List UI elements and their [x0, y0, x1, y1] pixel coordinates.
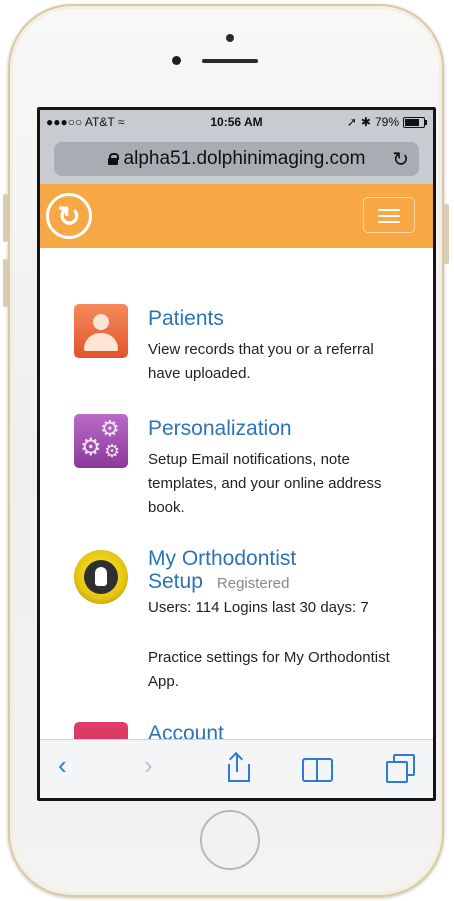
power-button — [444, 204, 449, 264]
hamburger-menu-button[interactable] — [363, 197, 415, 233]
personalization-description: Setup Email notifications, note template… — [148, 451, 382, 516]
person-icon[interactable] — [74, 304, 128, 358]
personalization-link[interactable]: Personalization — [148, 417, 292, 441]
orthodontist-link-line2[interactable]: Setup Registered — [148, 570, 289, 594]
url-text: alpha51.dolphinimaging.com — [123, 148, 366, 169]
bookmarks-icon[interactable] — [302, 758, 333, 782]
front-camera — [226, 34, 234, 42]
dolphin-logo-icon[interactable]: ↻ — [46, 193, 92, 239]
back-icon[interactable]: ‹ — [58, 752, 67, 778]
lock-icon — [107, 153, 119, 165]
volume-up-button — [3, 194, 8, 242]
tooth-icon[interactable] — [74, 550, 128, 604]
earpiece-speaker — [202, 59, 258, 63]
address-bar[interactable]: alpha51.dolphinimaging.com ↻ — [54, 142, 419, 176]
orthodontist-stats: Users: 114 Logins last 30 days: 7 — [148, 599, 369, 616]
reload-icon[interactable]: ↻ — [392, 147, 409, 172]
browser-toolbar: ‹ › — [40, 739, 433, 798]
orthodontist-description: Practice settings for My Orthodontist Ap… — [148, 649, 390, 690]
menu-line — [378, 215, 400, 217]
home-button[interactable] — [200, 810, 260, 870]
browser-address-area: alpha51.dolphinimaging.com ↻ — [40, 134, 433, 184]
battery-icon — [403, 116, 427, 128]
phone-screen: ●●●○○ AT&T ≈ 10:56 AM ➚ ✱ 79% alpha51.do… — [37, 107, 436, 801]
menu-line — [378, 209, 400, 211]
battery-fill — [405, 118, 419, 126]
registered-badge: Registered — [216, 575, 290, 592]
menu-item-personalization[interactable]: ⚙ ⚙ ⚙ Personalization Setup Email notifi… — [40, 414, 433, 524]
patients-link[interactable]: Patients — [148, 307, 224, 331]
app-header: ↻ — [40, 184, 433, 248]
battery-percent: 79% — [374, 115, 399, 129]
gears-icon[interactable]: ⚙ ⚙ ⚙ — [74, 414, 128, 468]
proximity-sensor — [172, 56, 181, 65]
patients-description: View records that you or a referral have… — [148, 341, 374, 382]
status-bar: ●●●○○ AT&T ≈ 10:56 AM ➚ ✱ 79% — [40, 110, 433, 134]
menu-item-patients[interactable]: Patients View records that you or a refe… — [40, 304, 433, 394]
menu-item-my-orthodontist[interactable]: My Orthodontist Setup Registered Users: 1… — [40, 544, 433, 694]
menu-line — [378, 221, 400, 223]
volume-down-button — [3, 259, 8, 307]
location-icon: ➚ — [346, 115, 357, 129]
orthodontist-link-line1[interactable]: My Orthodontist — [148, 547, 296, 571]
status-right: ➚ ✱ 79% — [346, 115, 427, 129]
forward-icon[interactable]: › — [144, 752, 153, 778]
tabs-icon[interactable] — [386, 754, 415, 783]
share-icon[interactable] — [228, 754, 250, 782]
bluetooth-icon: ✱ — [360, 115, 371, 129]
